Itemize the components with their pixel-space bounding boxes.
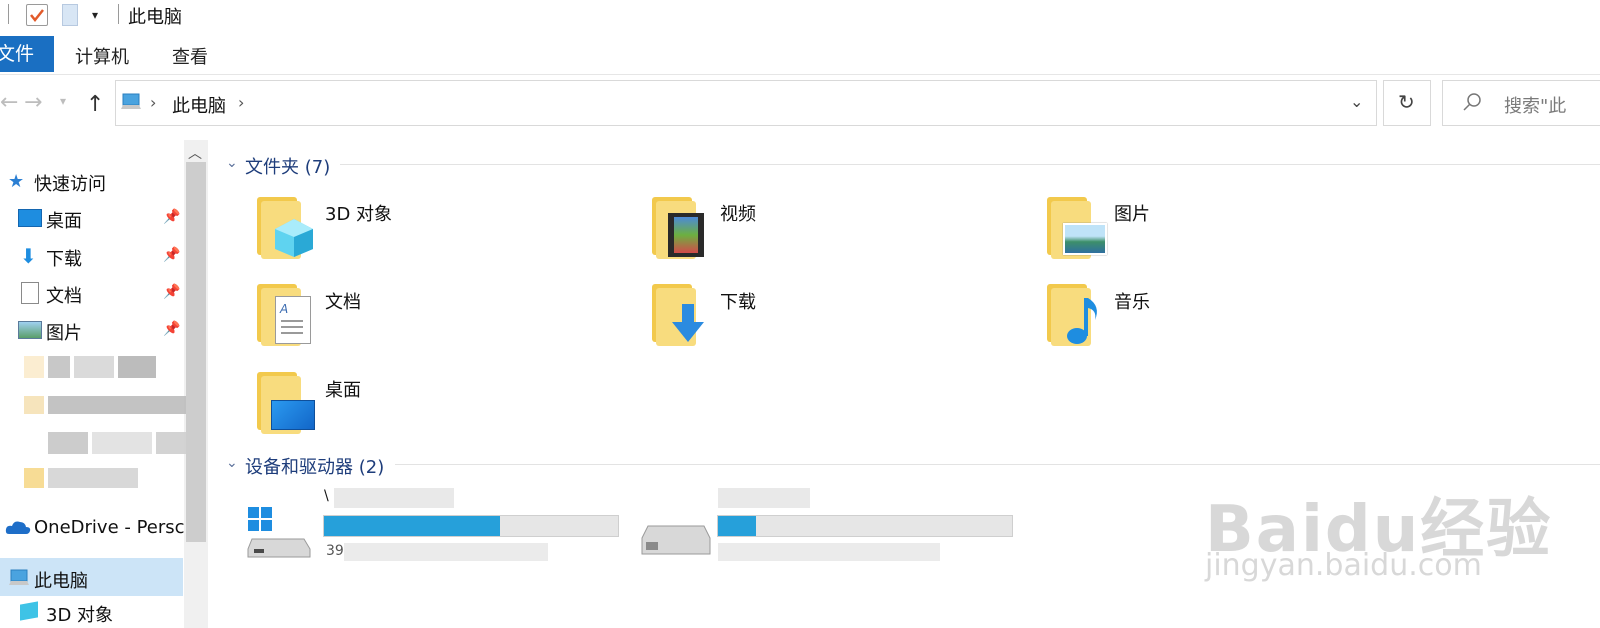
search-icon xyxy=(1462,92,1482,116)
music-folder-icon[interactable] xyxy=(1045,282,1105,347)
recent-locations-dropdown[interactable]: ▾ xyxy=(60,94,66,108)
folder-label-documents[interactable]: 文档 xyxy=(325,288,361,314)
this-pc-icon xyxy=(120,92,144,116)
document-icon xyxy=(21,282,39,304)
system-drive-icon[interactable] xyxy=(246,505,312,561)
desktop-folder-icon[interactable] xyxy=(255,370,315,435)
folder-label-downloads[interactable]: 下载 xyxy=(720,288,756,314)
this-pc-icon xyxy=(8,568,32,592)
refresh-icon: ↻ xyxy=(1398,90,1415,114)
3d-objects-folder-icon[interactable] xyxy=(255,195,315,260)
nav-item-3d-objects[interactable]: 3D 对象 xyxy=(46,601,113,627)
folder-label-pictures[interactable]: 图片 xyxy=(1114,200,1150,226)
address-dropdown-icon[interactable]: ⌄ xyxy=(1350,92,1363,111)
drive-usage-fill xyxy=(324,516,501,536)
nav-item-pictures[interactable]: 图片 xyxy=(46,319,82,345)
group-divider xyxy=(395,464,1600,465)
watermark-url: jingyan.baidu.com xyxy=(1205,548,1482,583)
quick-access-toolbar-dropdown-icon[interactable]: ▾ xyxy=(92,8,98,22)
redacted-drive-name xyxy=(334,488,454,508)
breadcrumb-chevron-icon[interactable]: › xyxy=(238,93,244,112)
nav-quick-access[interactable]: 快速访问 xyxy=(34,170,106,196)
pictures-folder-icon[interactable] xyxy=(1045,195,1107,260)
nav-item-downloads[interactable]: 下载 xyxy=(46,245,82,271)
back-button[interactable]: ← xyxy=(0,90,18,115)
nav-this-pc[interactable]: 此电脑 xyxy=(34,567,88,593)
folder-label-videos[interactable]: 视频 xyxy=(720,200,756,226)
nav-item-documents[interactable]: 文档 xyxy=(46,282,82,308)
redacted-drive-name xyxy=(718,488,810,508)
pin-icon[interactable]: 📌 xyxy=(163,209,180,225)
tab-file[interactable]: 文件 xyxy=(0,36,54,72)
star-icon: ★ xyxy=(8,171,25,192)
collapse-chevron-icon[interactable]: ⌄ xyxy=(226,155,238,171)
breadcrumb-this-pc[interactable]: 此电脑 xyxy=(172,92,226,118)
nav-item-desktop[interactable]: 桌面 xyxy=(46,207,82,233)
3d-objects-icon xyxy=(20,601,38,621)
tab-computer[interactable]: 计算机 xyxy=(75,43,129,69)
tab-view[interactable]: 查看 xyxy=(172,43,208,69)
scroll-up-icon[interactable]: ︿ xyxy=(188,143,202,163)
drive-usage-fill xyxy=(718,516,757,536)
documents-folder-icon[interactable]: A xyxy=(255,282,315,347)
videos-folder-icon[interactable] xyxy=(650,195,710,260)
onedrive-icon xyxy=(5,519,31,539)
drive-label-partial: \ xyxy=(324,488,329,504)
folder-label-music[interactable]: 音乐 xyxy=(1114,288,1150,314)
titlebar-separator xyxy=(118,4,119,24)
redacted-drive-size xyxy=(344,543,548,561)
folder-label-3d-objects[interactable]: 3D 对象 xyxy=(325,200,392,226)
window-title: 此电脑 xyxy=(128,7,182,28)
redacted-nav-items xyxy=(14,356,186,500)
drive-usage-bar xyxy=(323,515,619,537)
pin-icon[interactable]: 📌 xyxy=(163,247,180,263)
titlebar-separator xyxy=(8,4,9,24)
new-folder-icon[interactable] xyxy=(62,4,78,26)
ribbon xyxy=(0,32,1600,75)
search-placeholder: 搜索"此 xyxy=(1504,96,1567,117)
folder-label-desktop[interactable]: 桌面 xyxy=(325,376,361,402)
collapse-chevron-icon[interactable]: ⌄ xyxy=(226,455,238,471)
redacted-drive-size xyxy=(718,543,940,561)
nav-onedrive[interactable]: OneDrive - Persc xyxy=(34,517,185,538)
forward-button[interactable]: → xyxy=(24,90,42,115)
picture-icon xyxy=(18,321,42,339)
desktop-icon xyxy=(18,209,42,227)
breadcrumb-chevron-icon: › xyxy=(150,93,157,112)
title-bar xyxy=(0,0,1600,30)
downloads-folder-icon[interactable] xyxy=(650,282,710,347)
up-button[interactable]: ↑ xyxy=(86,92,104,117)
group-divider xyxy=(340,164,1600,165)
group-title-folders[interactable]: 文件夹 (7) xyxy=(245,153,330,179)
pin-icon[interactable]: 📌 xyxy=(163,284,180,300)
drive-size-partial: 39 xyxy=(326,543,344,559)
drive-icon[interactable] xyxy=(640,520,712,560)
properties-checkbox-icon[interactable] xyxy=(26,4,48,26)
drive-usage-bar xyxy=(717,515,1013,537)
download-icon: ⬇ xyxy=(20,244,37,268)
nav-scrollbar-thumb[interactable] xyxy=(186,162,206,542)
address-bar[interactable] xyxy=(115,80,1377,126)
group-title-drives[interactable]: 设备和驱动器 (2) xyxy=(245,453,384,479)
pin-icon[interactable]: 📌 xyxy=(163,321,180,337)
